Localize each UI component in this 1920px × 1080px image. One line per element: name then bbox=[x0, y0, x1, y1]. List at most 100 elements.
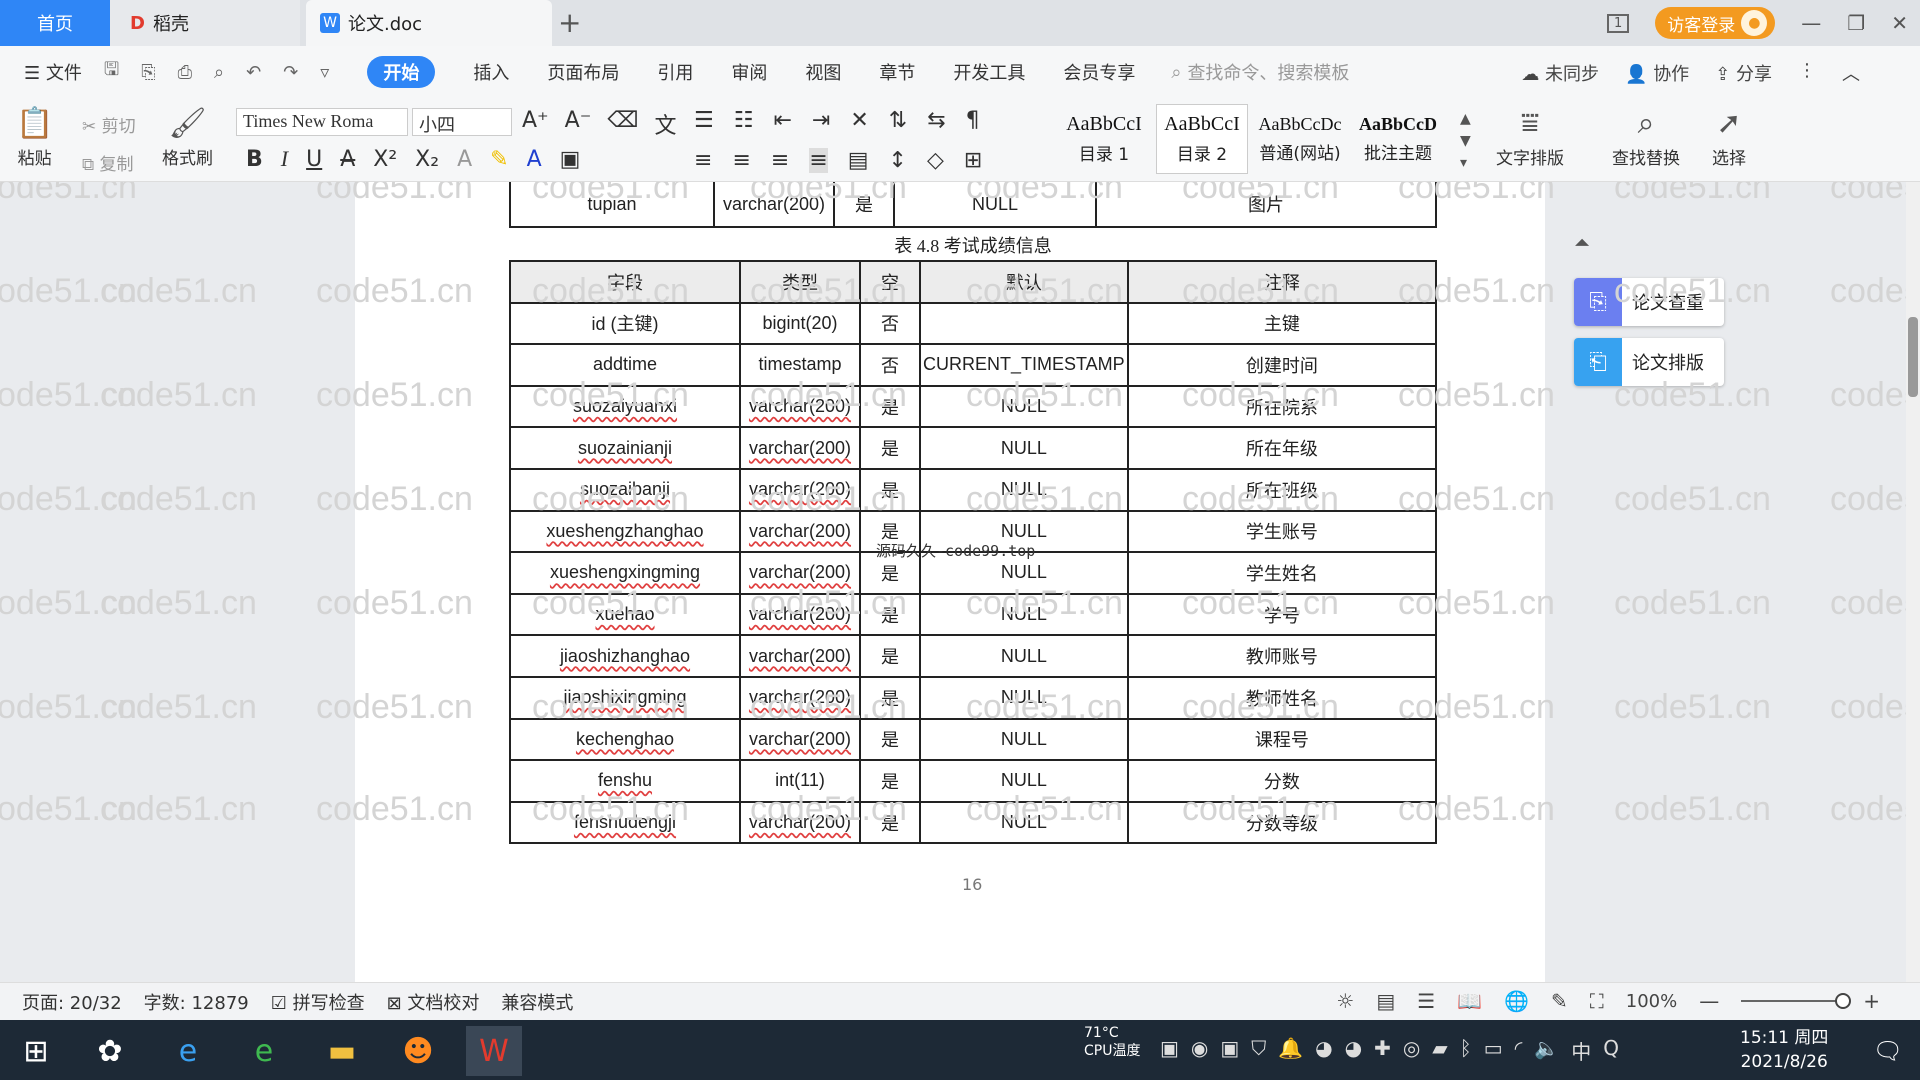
doc-proof-button[interactable]: ⊠ 文档校对 bbox=[387, 989, 480, 1015]
menu-start[interactable]: 开始 bbox=[367, 56, 436, 88]
tab-daoke[interactable]: D 稻壳 bbox=[110, 0, 300, 46]
justify-icon[interactable]: ≡ bbox=[809, 148, 828, 173]
bluetooth-icon[interactable]: ᛒ bbox=[1460, 1036, 1472, 1065]
bold-icon[interactable]: B bbox=[246, 147, 263, 172]
redo-icon[interactable]: ↷ bbox=[283, 62, 298, 83]
copy-button[interactable]: ⧉ 复制 bbox=[82, 150, 134, 175]
visitor-login-button[interactable]: 访客登录 ● bbox=[1655, 7, 1776, 39]
format-painter-button[interactable]: 🖌 格式刷 bbox=[162, 106, 213, 169]
file-explorer-icon[interactable]: ▬ bbox=[314, 1026, 370, 1076]
write-mode-icon[interactable]: ✎ bbox=[1551, 989, 1568, 1013]
menu-member[interactable]: 会员专享 bbox=[1063, 59, 1135, 85]
menu-references[interactable]: 引用 bbox=[657, 59, 693, 85]
style-normal-web[interactable]: AaBbCcDc 普通(网站) bbox=[1254, 104, 1346, 174]
select-button[interactable]: ➚ 选择 bbox=[1712, 106, 1746, 169]
shrink-font-icon[interactable]: A⁻ bbox=[565, 108, 592, 140]
clock[interactable]: 15:11 周四 2021/8/26 bbox=[1740, 1026, 1828, 1074]
styles-scroll[interactable]: ▲ ▼ ▾ bbox=[1460, 108, 1471, 174]
spell-check-button[interactable]: ☑ 拼写检查 bbox=[271, 989, 365, 1015]
highlight-icon[interactable]: ✎ bbox=[490, 147, 508, 172]
tray-app-icon[interactable]: ◉ bbox=[1191, 1036, 1208, 1065]
font-size-select[interactable]: 小四 bbox=[412, 108, 512, 136]
grow-font-icon[interactable]: A⁺ bbox=[522, 108, 549, 140]
input-method-icon[interactable]: Q bbox=[1603, 1036, 1619, 1065]
wps-taskbar-icon[interactable]: W bbox=[466, 1026, 522, 1076]
distribute-icon[interactable]: ▤ bbox=[848, 148, 869, 173]
tab-home[interactable]: 首页 bbox=[0, 0, 110, 46]
underline-icon[interactable]: U bbox=[306, 147, 322, 172]
wifi-icon[interactable]: ◜ bbox=[1515, 1036, 1523, 1065]
notification-icon[interactable]: 🗨 bbox=[1860, 1026, 1916, 1076]
menu-view[interactable]: 视图 bbox=[805, 59, 841, 85]
pinwheel-app-icon[interactable]: ✿ bbox=[82, 1026, 138, 1076]
more-icon[interactable]: ⋮ bbox=[1798, 60, 1816, 86]
page-count[interactable]: 页面: 20/32 bbox=[22, 989, 122, 1015]
sync-button[interactable]: ☁ 未同步 bbox=[1521, 60, 1599, 86]
outline-view-icon[interactable]: ☰ bbox=[1417, 989, 1435, 1013]
phonetic-icon[interactable]: 文 bbox=[654, 108, 676, 140]
new-tab-button[interactable]: + bbox=[558, 6, 581, 39]
align-right-icon[interactable]: ≡ bbox=[771, 148, 789, 173]
search-command-input[interactable]: ⌕ 查找命令、搜索模板 bbox=[1171, 59, 1349, 85]
page-view-icon[interactable]: ▤ bbox=[1376, 989, 1395, 1013]
tab-document[interactable]: W 论文.doc bbox=[306, 0, 552, 46]
align-center-icon[interactable]: ≡ bbox=[732, 148, 750, 173]
paste-button[interactable]: 📋 粘贴 bbox=[16, 106, 53, 169]
tray-app-icon[interactable]: ▣ bbox=[1160, 1036, 1179, 1065]
customize-dropdown-icon[interactable]: ▿ bbox=[320, 62, 329, 83]
cut-button[interactable]: ✂ 剪切 bbox=[82, 112, 136, 137]
font-color-icon[interactable]: A bbox=[527, 147, 542, 172]
chinese-layout-icon[interactable]: ✕ bbox=[850, 108, 868, 133]
char-border-icon[interactable]: ▣ bbox=[560, 147, 581, 172]
menu-developer[interactable]: 开发工具 bbox=[953, 59, 1025, 85]
save-icon[interactable]: 🖫 bbox=[104, 57, 119, 87]
ie-browser-icon[interactable]: e bbox=[160, 1026, 216, 1076]
ime-indicator[interactable]: 中 bbox=[1571, 1036, 1591, 1065]
mascot-app-icon[interactable]: ☻ bbox=[390, 1026, 446, 1076]
tray-app-icon[interactable]: ▣ bbox=[1220, 1036, 1239, 1065]
menu-review[interactable]: 审阅 bbox=[731, 59, 767, 85]
close-icon[interactable]: ✕ bbox=[1891, 11, 1908, 35]
collapse-ribbon-icon[interactable]: ︿ bbox=[1842, 60, 1860, 86]
reading-view-icon[interactable]: 📖 bbox=[1457, 989, 1482, 1013]
browser-360-icon[interactable]: e bbox=[236, 1026, 292, 1076]
web-view-icon[interactable]: 🌐 bbox=[1504, 989, 1529, 1013]
minimize-icon[interactable]: — bbox=[1801, 11, 1821, 35]
tray-app-icon[interactable]: ◕ bbox=[1345, 1036, 1362, 1065]
menu-chapter[interactable]: 章节 bbox=[879, 59, 915, 85]
menu-page-layout[interactable]: 页面布局 bbox=[547, 59, 619, 85]
eye-protect-icon[interactable]: ☼ bbox=[1336, 989, 1354, 1013]
menu-insert[interactable]: 插入 bbox=[473, 59, 509, 85]
bell-icon[interactable]: 🔔 bbox=[1278, 1036, 1303, 1065]
text-effect-icon[interactable]: A bbox=[457, 147, 472, 172]
superscript-icon[interactable]: X² bbox=[373, 147, 397, 172]
line-spacing-icon[interactable]: ↕ bbox=[889, 148, 907, 173]
text-direction-icon[interactable]: ⇆ bbox=[927, 108, 945, 133]
nvidia-icon[interactable]: ▰ bbox=[1432, 1036, 1447, 1065]
find-replace-button[interactable]: ⌕ 查找替换 bbox=[1612, 106, 1680, 169]
font-name-select[interactable]: Times New Roma bbox=[236, 108, 408, 136]
style-toc2[interactable]: AaBbCcI 目录 2 bbox=[1156, 104, 1248, 174]
volume-icon[interactable]: 🔈 bbox=[1534, 1036, 1559, 1065]
start-icon[interactable]: ⊞ bbox=[8, 1026, 64, 1076]
scrollbar-thumb[interactable] bbox=[1908, 317, 1918, 397]
subscript-icon[interactable]: X₂ bbox=[415, 147, 439, 172]
undo-icon[interactable]: ↶ bbox=[246, 62, 261, 83]
paper-layout-button[interactable]: ⎗ 论文排版 bbox=[1574, 338, 1724, 386]
increase-indent-icon[interactable]: ⇥ bbox=[812, 108, 830, 133]
print-icon[interactable]: ⎙ bbox=[178, 62, 192, 83]
zoom-out-icon[interactable]: — bbox=[1699, 989, 1719, 1013]
collapse-panel-icon[interactable]: ⏶ bbox=[1574, 230, 1590, 254]
tray-app-icon[interactable]: ◎ bbox=[1403, 1036, 1420, 1065]
align-left-icon[interactable]: ≡ bbox=[694, 148, 712, 173]
clear-format-icon[interactable]: ⌫ bbox=[607, 108, 638, 140]
zoom-slider-knob[interactable] bbox=[1835, 993, 1852, 1009]
text-layout-button[interactable]: ⩸ 文字排版 bbox=[1496, 106, 1564, 169]
style-comment-subject[interactable]: AaBbCcD 批注主题 bbox=[1352, 104, 1444, 174]
tray-app-icon[interactable]: ✚ bbox=[1374, 1036, 1391, 1065]
zoom-level[interactable]: 100% bbox=[1626, 991, 1677, 1012]
zoom-in-icon[interactable]: + bbox=[1863, 989, 1880, 1013]
page-indicator-icon[interactable]: 1 bbox=[1607, 13, 1630, 33]
paper-check-button[interactable]: ⎘ 论文查重 bbox=[1574, 278, 1724, 326]
shading-icon[interactable]: ◇ bbox=[927, 148, 944, 173]
